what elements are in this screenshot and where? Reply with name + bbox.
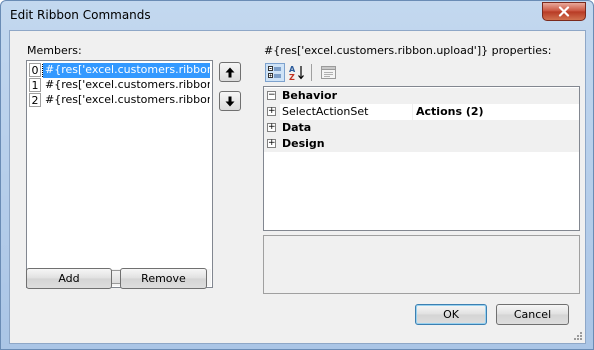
expand-icon[interactable]: + [267, 123, 276, 132]
expand-icon[interactable]: + [267, 107, 276, 116]
property-name: SelectActionSet [282, 105, 369, 118]
arrow-down-icon [225, 96, 235, 106]
remove-button[interactable]: Remove [120, 268, 207, 289]
property-description-panel [263, 235, 580, 294]
property-pages-icon [320, 66, 336, 79]
category-label: Design [282, 137, 325, 150]
property-row[interactable]: + SelectActionSet Actions (2) [264, 104, 579, 120]
collapse-icon[interactable]: − [267, 91, 276, 100]
toolbar-separator [311, 64, 312, 81]
close-icon [558, 6, 570, 17]
move-up-button[interactable] [219, 62, 241, 82]
property-pages-button[interactable] [318, 63, 338, 82]
members-label: Members: [27, 44, 82, 57]
arrow-up-icon [225, 67, 235, 77]
list-item-index: 0 [29, 63, 41, 77]
properties-header: #{res['excel.customers.ribbon.upload']} … [264, 44, 552, 57]
dialog-client-area: Members: 0 #{res['excel.customers.ribbon… [9, 30, 586, 344]
alphabetical-sort-icon: A Z [289, 65, 304, 80]
category-row-behavior[interactable]: − Behavior [264, 88, 579, 104]
categorized-button[interactable] [265, 63, 285, 82]
list-item-text: #{res['excel.customers.ribbon.upl [41, 63, 210, 78]
categorized-icon [268, 66, 281, 78]
resize-grip-icon[interactable] [573, 331, 583, 341]
category-row-data[interactable]: + Data [264, 120, 579, 136]
column-divider[interactable] [412, 104, 413, 120]
cancel-button[interactable]: Cancel [496, 304, 569, 325]
property-grid[interactable]: − Behavior + SelectActionSet Actions (2)… [263, 86, 580, 231]
ok-button-label: OK [443, 308, 459, 321]
dialog-window: Edit Ribbon Commands Members: 0 #{res['e… [0, 0, 594, 350]
list-item-text: #{res['excel.customers.ribbon.dov [45, 93, 210, 106]
alphabetical-button[interactable]: A Z [287, 63, 307, 82]
list-item[interactable]: 2 #{res['excel.customers.ribbon.dov [29, 93, 210, 108]
ok-button[interactable]: OK [415, 304, 487, 325]
close-button[interactable] [542, 2, 586, 21]
cancel-button-label: Cancel [513, 308, 552, 321]
list-item[interactable]: 0 #{res['excel.customers.ribbon.upl [29, 63, 210, 78]
members-listbox[interactable]: 0 #{res['excel.customers.ribbon.upl 1 #{… [26, 60, 213, 288]
list-item-index: 2 [29, 93, 41, 107]
property-value[interactable]: Actions (2) [416, 105, 484, 118]
add-button[interactable]: Add [26, 268, 112, 289]
svg-text:Z: Z [289, 73, 295, 80]
category-label: Behavior [282, 89, 338, 102]
list-item[interactable]: 1 #{res['excel.customers.ribbon.del [29, 78, 210, 93]
expand-icon[interactable]: + [267, 139, 276, 148]
list-item-index: 1 [29, 78, 41, 92]
category-row-design[interactable]: + Design [264, 136, 579, 152]
list-item-text: #{res['excel.customers.ribbon.del [45, 78, 210, 91]
move-down-button[interactable] [219, 91, 241, 111]
remove-button-label: Remove [141, 272, 186, 285]
window-title: Edit Ribbon Commands [10, 8, 151, 22]
category-label: Data [282, 121, 312, 134]
add-button-label: Add [58, 272, 80, 285]
